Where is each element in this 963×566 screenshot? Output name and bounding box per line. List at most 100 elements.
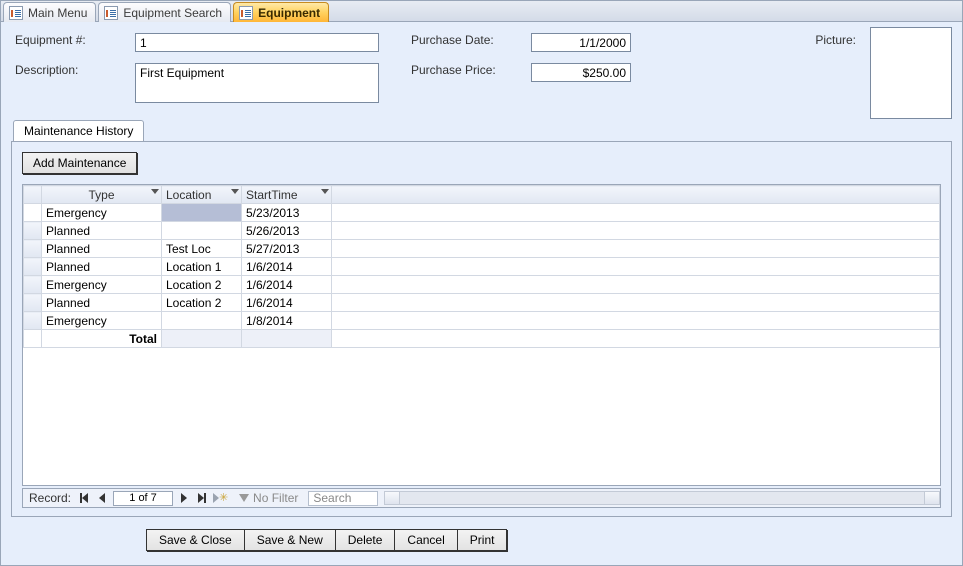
cell-type[interactable]: Planned (42, 294, 162, 312)
tab-maintenance-history[interactable]: Maintenance History (13, 120, 144, 141)
save-close-button[interactable]: Save & Close (146, 529, 244, 551)
equipment-no-label: Equipment #: (15, 33, 135, 47)
table-row[interactable]: EmergencyLocation 21/6/2014 (24, 276, 940, 294)
equipment-no-input[interactable] (135, 33, 379, 52)
search-input[interactable] (308, 491, 378, 506)
cell-type[interactable]: Planned (42, 240, 162, 258)
row-selector[interactable] (24, 204, 42, 222)
cell-location[interactable]: Location 2 (162, 294, 242, 312)
delete-button[interactable]: Delete (335, 529, 395, 551)
add-maintenance-button[interactable]: Add Maintenance (22, 152, 137, 174)
table-row[interactable]: PlannedLocation 21/6/2014 (24, 294, 940, 312)
subform-container: Maintenance History Add Maintenance Type… (11, 119, 952, 517)
total-label: Total (42, 330, 162, 348)
cell-empty[interactable] (332, 240, 940, 258)
app-window: Main Menu Equipment Search Equipment Equ… (0, 0, 963, 566)
form-icon (104, 6, 118, 20)
tab-label: Equipment Search (123, 6, 222, 20)
dropdown-icon (321, 189, 329, 194)
cell-location[interactable] (162, 204, 242, 222)
cell-type[interactable]: Emergency (42, 312, 162, 330)
tab-equipment[interactable]: Equipment (233, 2, 329, 22)
description-label: Description: (15, 63, 135, 77)
cell-starttime[interactable]: 1/6/2014 (242, 276, 332, 294)
form-button-bar: Save & Close Save & New Delete Cancel Pr… (146, 529, 507, 551)
nav-first-button[interactable] (75, 490, 93, 506)
cell-empty[interactable] (332, 258, 940, 276)
col-type[interactable]: Type (42, 186, 162, 204)
cell-location[interactable]: Test Loc (162, 240, 242, 258)
nav-last-button[interactable] (193, 490, 211, 506)
subform-body: Add Maintenance Type Location StartTime (11, 141, 952, 517)
picture-label: Picture: (815, 33, 856, 47)
picture-box[interactable] (870, 27, 952, 119)
cell-type[interactable]: Emergency (42, 276, 162, 294)
form-icon (9, 6, 23, 20)
row-selector[interactable] (24, 312, 42, 330)
col-location[interactable]: Location (162, 186, 242, 204)
cell-empty[interactable] (332, 222, 940, 240)
record-navigator: Record: ✳ No Filter (22, 488, 941, 508)
cell-empty[interactable] (332, 276, 940, 294)
filter-indicator[interactable]: No Filter (239, 491, 298, 505)
row-selector[interactable] (24, 294, 42, 312)
cell-location[interactable]: Location 1 (162, 258, 242, 276)
row-selector[interactable] (24, 258, 42, 276)
funnel-icon (239, 494, 249, 502)
cell-starttime[interactable]: 1/8/2014 (242, 312, 332, 330)
table-row[interactable]: PlannedLocation 11/6/2014 (24, 258, 940, 276)
nav-next-button[interactable] (175, 490, 193, 506)
form-body: Equipment #: Description: Purchase Date:… (11, 27, 952, 557)
table-row[interactable]: Planned 5/26/2013 (24, 222, 940, 240)
cancel-button[interactable]: Cancel (394, 529, 456, 551)
cell-starttime[interactable]: 5/23/2013 (242, 204, 332, 222)
cell-type[interactable]: Planned (42, 222, 162, 240)
form-icon (239, 6, 253, 20)
datasheet-table: Type Location StartTime Emergency 5/23/20… (23, 185, 940, 348)
description-input[interactable] (135, 63, 379, 103)
row-selector[interactable] (24, 222, 42, 240)
cell-type[interactable]: Emergency (42, 204, 162, 222)
nav-new-button[interactable]: ✳ (211, 490, 229, 506)
datasheet: Type Location StartTime Emergency 5/23/20… (22, 184, 941, 486)
purchase-date-label: Purchase Date: (411, 33, 531, 47)
print-button[interactable]: Print (457, 529, 508, 551)
cell-empty[interactable] (332, 294, 940, 312)
cell-starttime[interactable]: 5/27/2013 (242, 240, 332, 258)
datasheet-scroll[interactable]: Type Location StartTime Emergency 5/23/20… (23, 185, 940, 485)
cell-location[interactable]: Location 2 (162, 276, 242, 294)
dropdown-icon (231, 189, 239, 194)
col-starttime[interactable]: StartTime (242, 186, 332, 204)
save-new-button[interactable]: Save & New (244, 529, 335, 551)
cell-empty[interactable] (332, 312, 940, 330)
purchase-price-label: Purchase Price: (411, 63, 531, 77)
cell-location[interactable] (162, 222, 242, 240)
dropdown-icon (151, 189, 159, 194)
cell-empty[interactable] (332, 204, 940, 222)
tab-equipment-search[interactable]: Equipment Search (98, 2, 231, 22)
tab-main-menu[interactable]: Main Menu (3, 2, 96, 22)
total-row: Total (24, 330, 940, 348)
table-row[interactable]: Emergency 1/8/2014 (24, 312, 940, 330)
subform-tab-strip: Maintenance History (11, 119, 952, 141)
document-tab-bar: Main Menu Equipment Search Equipment (1, 1, 962, 22)
cell-starttime[interactable]: 1/6/2014 (242, 258, 332, 276)
record-label: Record: (29, 491, 71, 505)
cell-location[interactable] (162, 312, 242, 330)
col-empty[interactable] (332, 186, 940, 204)
row-selector[interactable] (24, 240, 42, 258)
record-position-input[interactable] (113, 491, 173, 506)
cell-type[interactable]: Planned (42, 258, 162, 276)
tab-label: Equipment (258, 6, 320, 20)
row-selector-header[interactable] (24, 186, 42, 204)
cell-starttime[interactable]: 1/6/2014 (242, 294, 332, 312)
table-row[interactable]: Emergency 5/23/2013 (24, 204, 940, 222)
purchase-date-input[interactable] (531, 33, 631, 52)
table-row[interactable]: PlannedTest Loc5/27/2013 (24, 240, 940, 258)
row-selector[interactable] (24, 276, 42, 294)
horizontal-scrollbar[interactable] (384, 491, 940, 505)
cell-starttime[interactable]: 5/26/2013 (242, 222, 332, 240)
nav-prev-button[interactable] (93, 490, 111, 506)
tab-label: Main Menu (28, 6, 87, 20)
purchase-price-input[interactable] (531, 63, 631, 82)
